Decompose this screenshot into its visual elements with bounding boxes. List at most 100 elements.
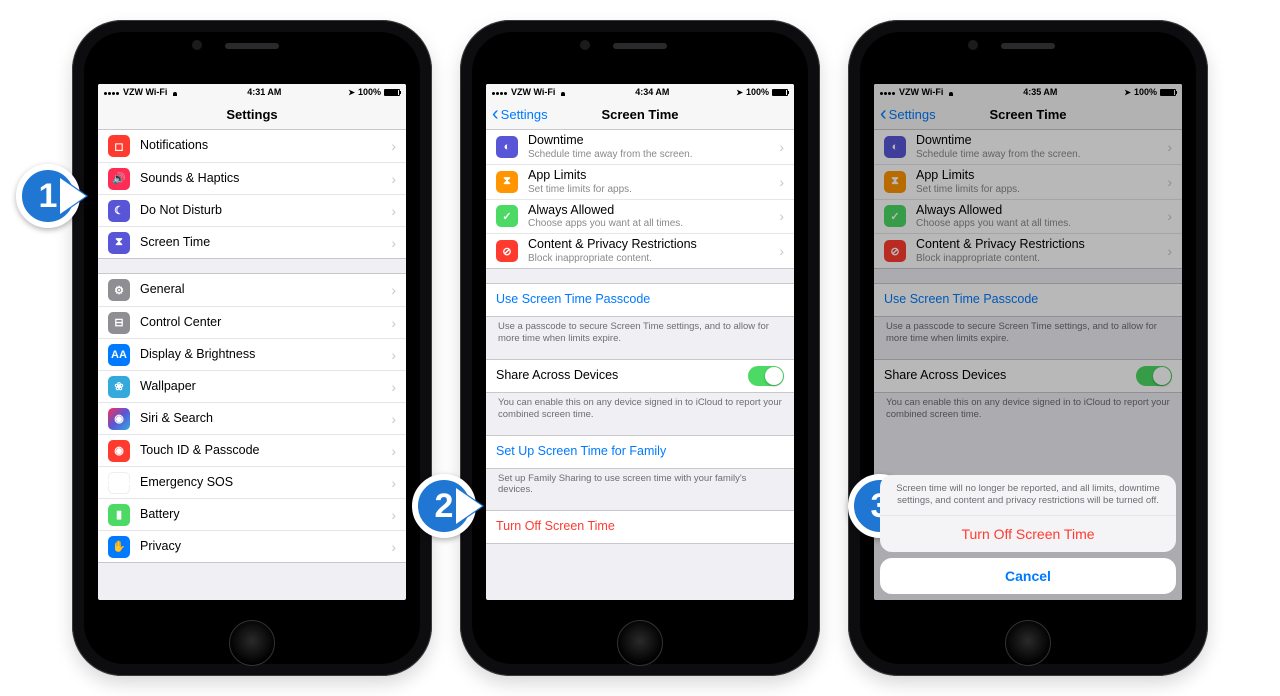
chevron-right-icon: › [1167,208,1172,224]
gear-icon: ⚙︎ [108,279,130,301]
share-toggle[interactable] [1136,366,1172,386]
row-notifications[interactable]: ◻︎Notifications› [98,130,406,162]
flower-icon: ❀ [108,376,130,398]
page-title: Screen Time [989,107,1066,122]
status-bar: VZW Wi-Fi 4:35 AM ➤100% [874,84,1182,100]
row-always-allowed[interactable]: ✓Always AllowedChoose apps you want at a… [486,199,794,234]
home-button[interactable] [229,620,275,666]
page-title: Settings [226,107,277,122]
downtime-icon: ◐ [496,136,518,158]
chevron-right-icon: › [391,347,396,363]
front-camera [968,40,978,50]
row-downtime[interactable]: ◐DowntimeSchedule time away from the scr… [486,130,794,164]
chevron-right-icon: › [1167,243,1172,259]
row-wallpaper[interactable]: ❀Wallpaper› [98,370,406,402]
page-title: Screen Time [601,107,678,122]
row-use-passcode[interactable]: Use Screen Time Passcode [874,284,1182,316]
phone-1: VZW Wi-Fi 4:31 AM ➤ 100% Settings ◻︎No [72,20,432,676]
speaker [1001,43,1055,49]
chevron-right-icon: › [779,243,784,259]
front-camera [580,40,590,50]
screen: VZW Wi-Fi 4:35 AM ➤100% Settings Screen … [874,84,1182,600]
speaker [225,43,279,49]
row-app-limits[interactable]: ⧗App LimitsSet time limits for apps.› [874,164,1182,199]
row-display-brightness[interactable]: AADisplay & Brightness› [98,338,406,370]
moon-icon: ☾ [108,200,130,222]
screen: VZW Wi-Fi 4:31 AM ➤ 100% Settings ◻︎No [98,84,406,600]
step-badge-2: 2 [412,474,476,538]
hourglass-icon: ⧗ [884,171,906,193]
row-touch-id[interactable]: ◉Touch ID & Passcode› [98,434,406,466]
home-button[interactable] [1005,620,1051,666]
notifications-icon: ◻︎ [108,135,130,157]
location-icon: ➤ [1124,88,1131,97]
passcode-footer: Use a passcode to secure Screen Time set… [486,317,794,345]
screen: VZW Wi-Fi 4:34 AM ➤100% Settings Screen … [486,84,794,600]
status-bar: VZW Wi-Fi 4:34 AM ➤100% [486,84,794,100]
chevron-right-icon: › [1167,139,1172,155]
phone-3: VZW Wi-Fi 4:35 AM ➤100% Settings Screen … [848,20,1208,676]
row-downtime[interactable]: ◐DowntimeSchedule time away from the scr… [874,130,1182,164]
share-footer: You can enable this on any device signed… [486,393,794,421]
family-footer: Set up Family Sharing to use screen time… [486,469,794,497]
chevron-right-icon: › [779,208,784,224]
row-emergency-sos[interactable]: SOSEmergency SOS› [98,466,406,498]
chevron-right-icon: › [779,139,784,155]
carrier-label: VZW Wi-Fi [123,87,167,97]
row-setup-family[interactable]: Set Up Screen Time for Family [486,436,794,468]
settings-group-2: ⚙︎General› ⊟Control Center› AADisplay & … [98,273,406,563]
chevron-right-icon: › [391,235,396,251]
settings-group-1: ◻︎Notifications› 🔊Sounds & Haptics› ☾Do … [98,130,406,259]
status-bar: VZW Wi-Fi 4:31 AM ➤ 100% [98,84,406,100]
wifi-icon [946,88,956,96]
aa-icon: AA [108,344,130,366]
settings-list[interactable]: ◻︎Notifications› 🔊Sounds & Haptics› ☾Do … [98,130,406,563]
action-sheet: Screen time will no longer be reported, … [880,475,1176,594]
row-use-passcode[interactable]: Use Screen Time Passcode [486,284,794,316]
row-share-across-devices[interactable]: Share Across Devices [486,360,794,392]
row-privacy[interactable]: ✋Privacy› [98,530,406,562]
chevron-right-icon: › [391,507,396,523]
row-always-allowed[interactable]: ✓Always AllowedChoose apps you want at a… [874,199,1182,234]
back-button[interactable]: Settings [880,107,936,122]
chevron-right-icon: › [391,203,396,219]
share-toggle[interactable] [748,366,784,386]
row-content-privacy[interactable]: ⊘Content & Privacy RestrictionsBlock ina… [486,233,794,268]
chevron-right-icon: › [391,138,396,154]
hourglass-icon: ⧗ [496,171,518,193]
fingerprint-icon: ◉ [108,440,130,462]
confirm-turn-off-button[interactable]: Turn Off Screen Time [880,515,1176,552]
chevron-right-icon: › [779,174,784,190]
no-entry-icon: ⊘ [496,240,518,262]
row-battery[interactable]: ▮Battery› [98,498,406,530]
row-sounds-haptics[interactable]: 🔊Sounds & Haptics› [98,162,406,194]
location-icon: ➤ [736,88,743,97]
battery-icon [1160,89,1176,96]
row-turn-off-screen-time[interactable]: Turn Off Screen Time [486,511,794,543]
row-content-privacy[interactable]: ⊘Content & Privacy RestrictionsBlock ina… [874,233,1182,268]
downtime-icon: ◐ [884,136,906,158]
chevron-right-icon: › [391,315,396,331]
row-share-across-devices[interactable]: Share Across Devices [874,360,1182,392]
location-icon: ➤ [348,88,355,97]
nav-bar: Settings [98,100,406,130]
row-app-limits[interactable]: ⧗App LimitsSet time limits for apps.› [486,164,794,199]
action-sheet-message: Screen time will no longer be reported, … [880,475,1176,515]
phone-2: VZW Wi-Fi 4:34 AM ➤100% Settings Screen … [460,20,820,676]
row-screen-time[interactable]: ⧗Screen Time› [98,226,406,258]
row-siri-search[interactable]: ◉Siri & Search› [98,402,406,434]
back-button[interactable]: Settings [492,107,548,122]
cancel-button[interactable]: Cancel [880,558,1176,594]
speaker [613,43,667,49]
chevron-right-icon: › [391,171,396,187]
row-control-center[interactable]: ⊟Control Center› [98,306,406,338]
home-button[interactable] [617,620,663,666]
clock: 4:34 AM [635,87,669,97]
battery-icon [384,89,400,96]
row-general[interactable]: ⚙︎General› [98,274,406,306]
hand-icon: ✋ [108,536,130,558]
chevron-right-icon: › [1167,174,1172,190]
row-do-not-disturb[interactable]: ☾Do Not Disturb› [98,194,406,226]
chevron-right-icon: › [391,411,396,427]
hourglass-icon: ⧗ [108,232,130,254]
